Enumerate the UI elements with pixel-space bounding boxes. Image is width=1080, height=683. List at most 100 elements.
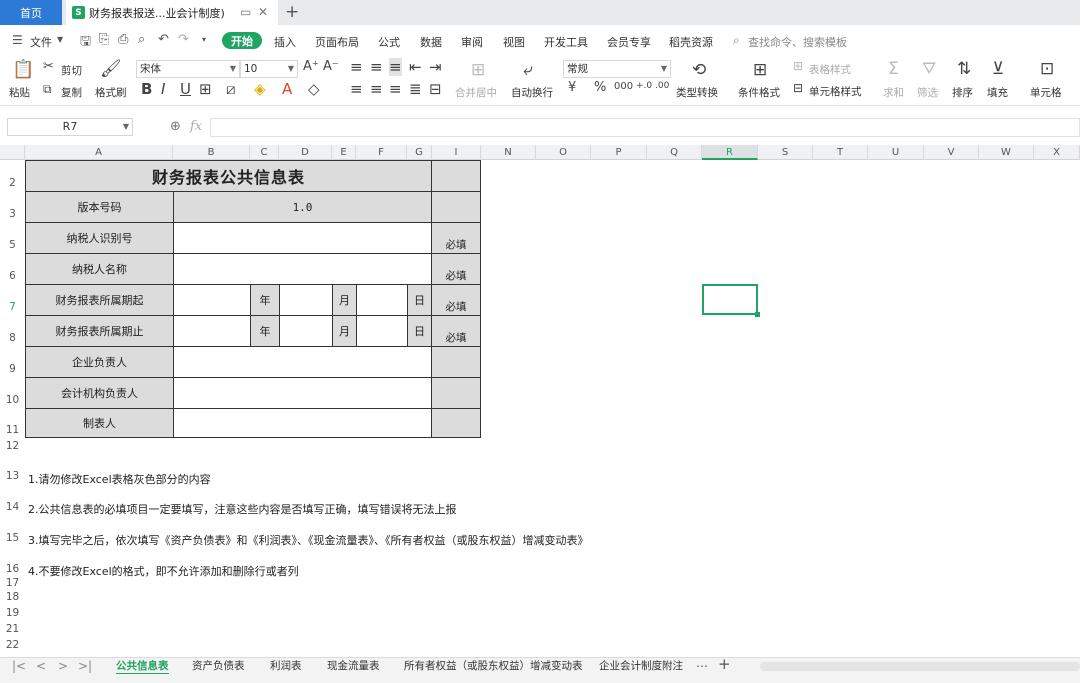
row-header[interactable]: 18	[0, 591, 25, 605]
menu-member[interactable]: 会员专享	[607, 34, 651, 50]
period-end-year-input[interactable]	[173, 315, 251, 347]
version-value-cell[interactable]: 1.0	[173, 191, 432, 223]
label-cell[interactable]: 纳税人识别号	[25, 222, 174, 254]
prev-sheet-icon[interactable]: <	[36, 658, 46, 674]
required-cell[interactable]: 必填	[431, 284, 481, 316]
column-header-selected[interactable]: R	[702, 145, 758, 160]
label-cell[interactable]: 财务报表所属期止	[25, 315, 174, 347]
filter-button[interactable]: 筛选	[917, 85, 938, 100]
menu-insert[interactable]: 插入	[274, 34, 296, 50]
cell-icon[interactable]: ⊡	[1040, 59, 1054, 79]
column-header[interactable]: D	[279, 145, 332, 160]
row-header[interactable]: 12	[0, 438, 25, 454]
period-start-month-input[interactable]	[279, 284, 333, 316]
sheet-tab-balance[interactable]: 资产负债表	[192, 658, 245, 675]
period-start-year-input[interactable]	[173, 284, 251, 316]
column-header[interactable]: U	[868, 145, 924, 160]
redo-icon[interactable]: ↷	[178, 32, 189, 47]
required-cell[interactable]: 必填	[431, 315, 481, 347]
note-1[interactable]: 1.请勿修改Excel表格灰色部分的内容	[28, 471, 211, 487]
increase-decimal-icon[interactable]: +.0	[636, 81, 652, 91]
row-header[interactable]: 5	[0, 222, 25, 253]
sheet-tab-equity[interactable]: 所有者权益（或股东权益）增减变动表	[404, 658, 583, 675]
required-column-cell[interactable]	[431, 408, 481, 438]
next-sheet-icon[interactable]: >	[58, 658, 68, 674]
label-cell[interactable]: 版本号码	[25, 191, 174, 223]
day-cell[interactable]: 日	[407, 284, 432, 316]
year-cell[interactable]: 年	[250, 315, 280, 347]
row-header-selected[interactable]: 7	[0, 284, 25, 315]
sum-button[interactable]: 求和	[883, 85, 904, 100]
period-start-day-input[interactable]	[356, 284, 408, 316]
column-header[interactable]: S	[758, 145, 813, 160]
conditional-format-button[interactable]: 条件格式	[738, 85, 780, 100]
column-header[interactable]: C	[250, 145, 279, 160]
align-center-icon[interactable]: ≡	[370, 80, 383, 98]
column-header[interactable]: P	[591, 145, 647, 160]
zoom-icon[interactable]: ⊕	[170, 119, 181, 134]
filter-icon[interactable]: ⛛	[922, 59, 936, 79]
row-header[interactable]: 9	[0, 346, 25, 377]
fill-color-icon[interactable]: ◈	[254, 80, 266, 98]
align-top-icon[interactable]: ≡	[350, 58, 363, 76]
column-header[interactable]: O	[536, 145, 591, 160]
column-header[interactable]: N	[481, 145, 536, 160]
sum-icon[interactable]: Σ	[888, 59, 899, 79]
format-painter-button[interactable]: 格式刷	[95, 85, 127, 100]
function-icon[interactable]: fx	[190, 119, 202, 134]
required-column-cell[interactable]	[431, 346, 481, 378]
column-header[interactable]: V	[924, 145, 979, 160]
distributed-icon[interactable]: ⊟	[429, 80, 442, 98]
row-header[interactable]: 2	[0, 160, 25, 191]
row-header[interactable]: 16	[0, 546, 25, 577]
export-icon[interactable]: ⎘	[99, 32, 109, 47]
sheet-tab-public-info[interactable]: 公共信息表	[116, 658, 169, 675]
row-header[interactable]: 13	[0, 454, 25, 484]
table-style-icon[interactable]: ⊞	[793, 59, 803, 73]
sort-icon[interactable]: ⇅	[957, 59, 971, 79]
merge-icon[interactable]: ⊞	[471, 60, 485, 80]
column-header[interactable]: E	[332, 145, 356, 160]
required-column-cell[interactable]	[431, 191, 481, 223]
sheet-tab-notes[interactable]: 企业会计制度附注	[599, 658, 683, 675]
label-cell[interactable]: 财务报表所属期起	[25, 284, 174, 316]
menu-data[interactable]: 数据	[420, 34, 442, 50]
menu-formula[interactable]: 公式	[378, 34, 400, 50]
font-shrink-icon[interactable]: A⁻	[323, 59, 339, 74]
font-size-select[interactable]: 10 ▼	[240, 60, 298, 78]
cell-button[interactable]: 单元格	[1030, 85, 1062, 100]
new-tab-button[interactable]: +	[285, 2, 299, 22]
conditional-format-icon[interactable]: ⊞	[753, 60, 767, 80]
note-4[interactable]: 4.不要修改Excel的格式，即不允许添加和删除行或者列	[28, 563, 299, 579]
clear-format-icon[interactable]: ◇	[308, 80, 320, 98]
copy-button[interactable]: 复制	[61, 85, 82, 100]
row-header[interactable]: 14	[0, 484, 25, 515]
label-cell[interactable]: 会计机构负责人	[25, 377, 174, 409]
document-tab[interactable]: S 财务报表报送...业会计制度) ▭ ✕	[66, 0, 278, 25]
label-cell[interactable]: 企业负责人	[25, 346, 174, 378]
row-header[interactable]: 3	[0, 191, 25, 222]
font-name-select[interactable]: 宋体 ▼	[136, 60, 240, 78]
fill-icon[interactable]: ⊻	[992, 59, 1004, 79]
column-header[interactable]: W	[979, 145, 1034, 160]
cell-style-icon[interactable]: ⊟	[793, 81, 803, 95]
preparer-input[interactable]	[173, 408, 432, 438]
number-format-select[interactable]: 常规 ▼	[563, 60, 671, 78]
underline-icon[interactable]: U	[180, 80, 191, 98]
format-painter-icon[interactable]: 🖌	[100, 59, 122, 79]
column-header[interactable]: A	[25, 145, 173, 160]
form-title-cell[interactable]: 财务报表公共信息表	[25, 160, 432, 192]
bold-icon[interactable]: B	[141, 80, 152, 98]
cut-button[interactable]: 剪切	[61, 63, 82, 78]
menu-start[interactable]: 开始	[222, 32, 262, 49]
percent-icon[interactable]: %	[594, 80, 606, 95]
column-header[interactable]: I	[432, 145, 481, 160]
align-middle-icon[interactable]: ≡	[370, 58, 383, 76]
wrap-icon[interactable]: ⤶	[523, 60, 533, 80]
row-header[interactable]: 15	[0, 515, 25, 546]
row-header[interactable]: 10	[0, 377, 25, 408]
fill-button[interactable]: 填充	[987, 85, 1008, 100]
month-cell[interactable]: 月	[332, 284, 357, 316]
paste-button[interactable]: 粘贴	[9, 85, 30, 100]
italic-icon[interactable]: I	[161, 80, 165, 98]
